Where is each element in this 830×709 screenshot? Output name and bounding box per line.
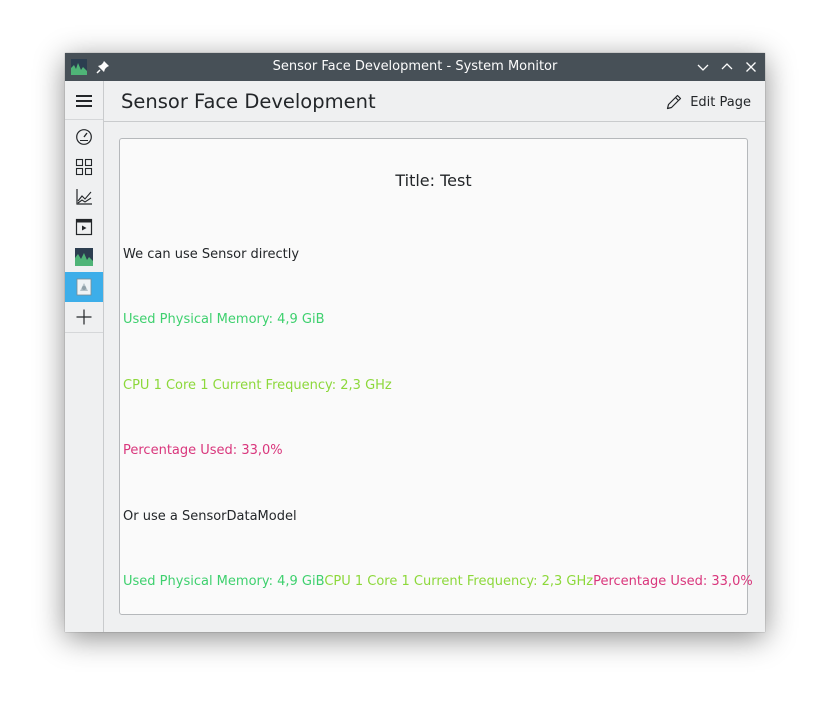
pencil-icon: [667, 94, 682, 110]
page-header: Sensor Face Development Edit Page: [104, 81, 765, 122]
sidebar-divider: [65, 119, 103, 120]
minimize-icon[interactable]: [695, 59, 711, 75]
edit-page-label: Edit Page: [690, 94, 751, 110]
memory-sensor-text: Used Physical Memory: 4,9 GiB: [123, 312, 325, 327]
title-bar[interactable]: Sensor Face Development - System Monitor: [65, 53, 765, 81]
intro-model-text: Or use a SensorDataModel: [123, 509, 297, 524]
sidebar-item-overview[interactable]: [65, 122, 103, 152]
app-window: Sensor Face Development - System Monitor: [65, 53, 765, 632]
sidebar: [65, 81, 104, 632]
percentage-used-sensor-text: Percentage Used: 33,0%: [123, 443, 283, 458]
sidebar-item-sensor-face-development[interactable]: [65, 272, 103, 302]
line-chart-icon: [76, 189, 92, 205]
model-cpu-frequency-text: CPU 1 Core 1 Current Frequency: 2,3 GHz: [324, 574, 594, 589]
sidebar-menu-button[interactable]: [65, 86, 103, 116]
sidebar-item-history[interactable]: [65, 182, 103, 212]
page-content: Title: Test We can use Sensor directly U…: [104, 122, 765, 632]
sidebar-divider: [65, 332, 103, 333]
system-monitor-graph-icon: [75, 248, 93, 266]
sidebar-add-page-button[interactable]: [65, 302, 103, 332]
hamburger-menu-icon: [76, 95, 92, 107]
cpu-frequency-sensor-text: CPU 1 Core 1 Current Frequency: 2,3 GHz: [123, 378, 392, 393]
close-icon[interactable]: [743, 59, 759, 75]
plus-icon: [76, 309, 92, 325]
maximize-icon[interactable]: [719, 59, 735, 75]
face-title: Title: Test: [395, 171, 472, 190]
sensor-model-row: Used Physical Memory: 4,9 GiBCPU 1 Core …: [123, 574, 753, 589]
model-percentage-used-text: Percentage Used: 33,0%: [593, 574, 753, 589]
sidebar-item-applications[interactable]: [65, 152, 103, 182]
edit-page-button[interactable]: Edit Page: [665, 92, 751, 112]
window-title: Sensor Face Development - System Monitor: [272, 59, 558, 74]
sidebar-item-processes[interactable]: [65, 212, 103, 242]
application-window-icon: [75, 218, 93, 236]
grid-icon: [75, 158, 93, 176]
speedometer-icon: [76, 129, 92, 145]
intro-direct-text: We can use Sensor directly: [123, 247, 300, 262]
model-memory-text: Used Physical Memory: 4,9 GiB: [123, 574, 325, 589]
sidebar-item-system-monitor[interactable]: [65, 242, 103, 272]
document-page-icon: [76, 278, 92, 296]
page-title: Sensor Face Development: [121, 90, 376, 113]
sensor-face-card: Title: Test We can use Sensor directly U…: [119, 138, 753, 615]
